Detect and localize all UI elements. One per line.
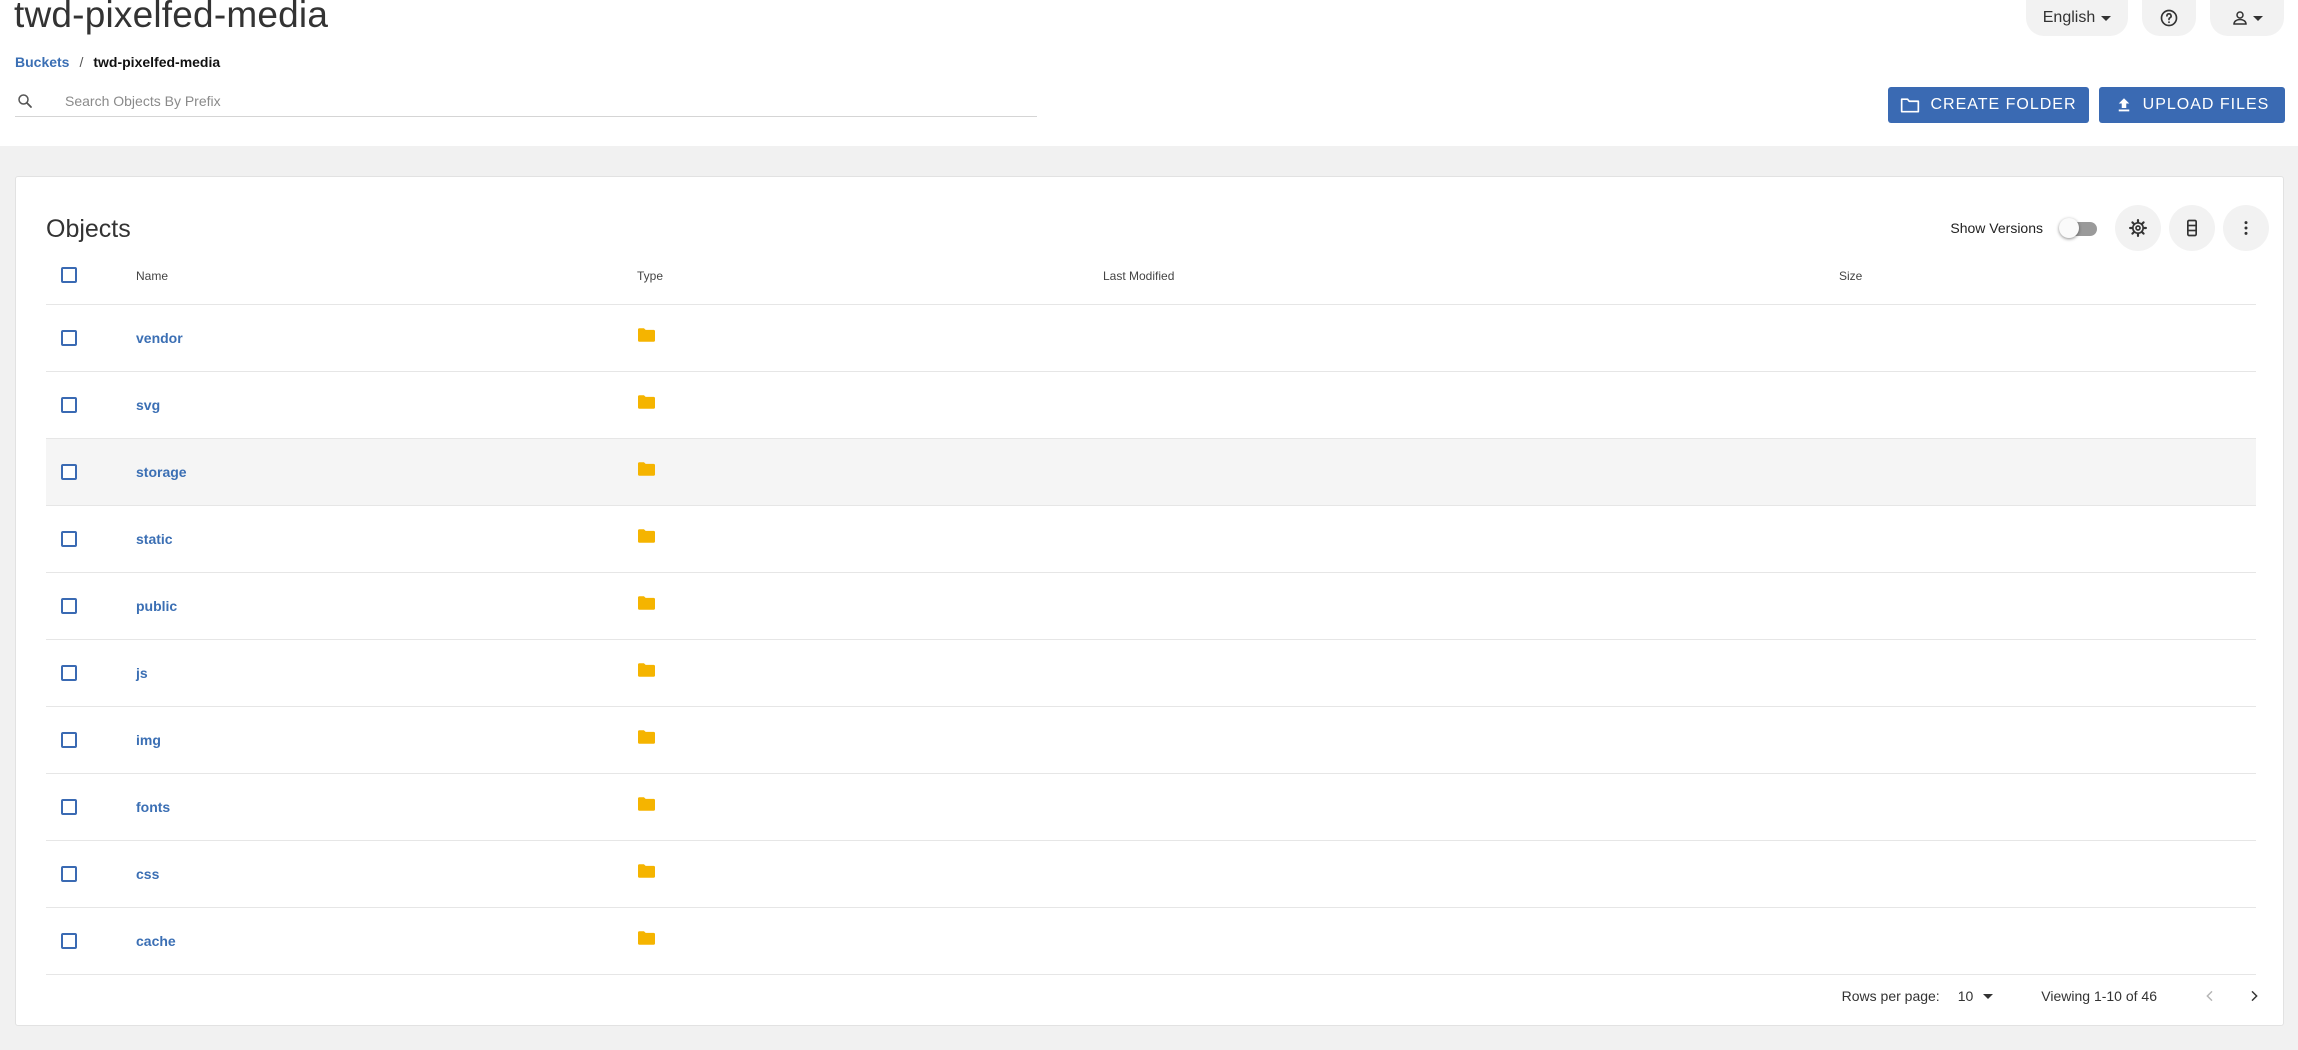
objects-table-body: vendor svg storage static public js img fonts cs… <box>46 305 2256 975</box>
folder-icon <box>638 529 655 548</box>
object-name-link[interactable]: fonts <box>136 799 170 815</box>
column-header-last-modified[interactable]: Last Modified <box>1103 269 1174 283</box>
page-title: twd-pixelfed-media <box>14 0 329 35</box>
object-name-link[interactable]: svg <box>136 397 160 413</box>
header-bar: twd-pixelfed-media English Buckets / twd… <box>0 0 2298 146</box>
create-folder-button[interactable]: CREATE FOLDER <box>1888 87 2089 123</box>
chevron-right-icon <box>2251 990 2258 1002</box>
row-checkbox[interactable] <box>61 330 77 346</box>
table-row[interactable]: img <box>46 707 2256 774</box>
table-row[interactable]: static <box>46 506 2256 573</box>
more-options-button[interactable] <box>2223 205 2269 251</box>
table-row[interactable]: svg <box>46 372 2256 439</box>
folder-icon <box>638 596 655 615</box>
folder-icon <box>638 864 655 883</box>
object-name-link[interactable]: js <box>136 665 148 681</box>
object-name-link[interactable]: img <box>136 732 161 748</box>
chevron-down-icon <box>1983 993 1994 999</box>
row-checkbox[interactable] <box>61 866 77 882</box>
row-checkbox[interactable] <box>61 799 77 815</box>
breadcrumb-separator: / <box>79 54 84 70</box>
column-layout-icon <box>2187 219 2197 237</box>
object-name-link[interactable]: vendor <box>136 330 183 346</box>
breadcrumb: Buckets / twd-pixelfed-media <box>15 54 220 70</box>
rows-per-page-label: Rows per page: <box>1841 988 1940 1004</box>
upload-files-label: UPLOAD FILES <box>2142 96 2270 113</box>
folder-icon <box>638 663 655 682</box>
column-header-name[interactable]: Name <box>136 269 168 283</box>
row-checkbox[interactable] <box>61 732 77 748</box>
table-row[interactable]: storage <box>46 439 2256 506</box>
search-input[interactable] <box>65 93 965 109</box>
next-page-button[interactable] <box>2239 981 2269 1011</box>
pagination: Rows per page: 10 Viewing 1-10 of 46 <box>1842 981 2283 1011</box>
top-controls: English <box>2026 0 2284 36</box>
folder-icon <box>638 730 655 749</box>
table-row[interactable]: cache <box>46 908 2256 975</box>
chevron-down-icon <box>2253 15 2263 21</box>
table-row[interactable]: js <box>46 640 2256 707</box>
breadcrumb-buckets-link[interactable]: Buckets <box>15 54 69 70</box>
rows-per-page-value: 10 <box>1957 988 1974 1004</box>
table-header: Name Type Last Modified Size <box>46 247 2256 305</box>
objects-toolbar: Show Versions <box>1950 205 2269 251</box>
row-checkbox[interactable] <box>61 397 77 413</box>
folder-icon <box>638 462 655 481</box>
columns-button[interactable] <box>2169 205 2215 251</box>
table-row[interactable]: css <box>46 841 2256 908</box>
object-name-link[interactable]: static <box>136 531 173 547</box>
table-row[interactable]: public <box>46 573 2256 640</box>
folder-icon <box>638 328 655 347</box>
column-header-size[interactable]: Size <box>1839 269 1862 283</box>
objects-panel: Objects Show Versions Name Type Last Mod… <box>15 176 2284 1026</box>
create-folder-label: CREATE FOLDER <box>1930 96 2077 113</box>
more-vertical-icon <box>2244 221 2248 235</box>
folder-icon <box>638 931 655 950</box>
language-label: English <box>2042 9 2096 26</box>
chevron-down-icon <box>2101 15 2112 21</box>
folder-outline-icon <box>1901 98 1920 113</box>
breadcrumb-current: twd-pixelfed-media <box>93 54 221 70</box>
gear-icon <box>2129 219 2147 237</box>
chevron-left-icon <box>2206 990 2213 1002</box>
show-versions-label: Show Versions <box>1950 220 2043 236</box>
previous-page-button[interactable] <box>2195 981 2225 1011</box>
toggle-thumb <box>2059 218 2079 238</box>
search-icon <box>18 94 32 108</box>
table-row[interactable]: vendor <box>46 305 2256 372</box>
help-button[interactable] <box>2142 0 2196 36</box>
user-icon <box>2233 11 2247 25</box>
column-header-type[interactable]: Type <box>637 269 663 283</box>
rows-per-page-select[interactable]: 10 <box>1958 988 1994 1004</box>
table-row[interactable]: fonts <box>46 774 2256 841</box>
folder-icon <box>638 797 655 816</box>
user-menu-button[interactable] <box>2210 0 2284 36</box>
help-icon <box>2160 9 2178 27</box>
upload-files-button[interactable]: UPLOAD FILES <box>2099 87 2285 123</box>
folder-icon <box>638 395 655 414</box>
search-bar <box>15 86 1037 117</box>
language-selector[interactable]: English <box>2026 0 2128 36</box>
settings-button[interactable] <box>2115 205 2161 251</box>
object-name-link[interactable]: public <box>136 598 177 614</box>
row-checkbox[interactable] <box>61 933 77 949</box>
row-checkbox[interactable] <box>61 598 77 614</box>
object-name-link[interactable]: cache <box>136 933 176 949</box>
viewing-range: Viewing 1-10 of 46 <box>2041 988 2157 1004</box>
row-checkbox[interactable] <box>61 665 77 681</box>
select-all-checkbox[interactable] <box>61 267 77 283</box>
object-name-link[interactable]: storage <box>136 464 187 480</box>
object-name-link[interactable]: css <box>136 866 159 882</box>
row-checkbox[interactable] <box>61 531 77 547</box>
show-versions-toggle[interactable] <box>2059 217 2099 239</box>
objects-title: Objects <box>46 215 131 243</box>
upload-icon <box>2118 98 2129 112</box>
row-checkbox[interactable] <box>61 464 77 480</box>
